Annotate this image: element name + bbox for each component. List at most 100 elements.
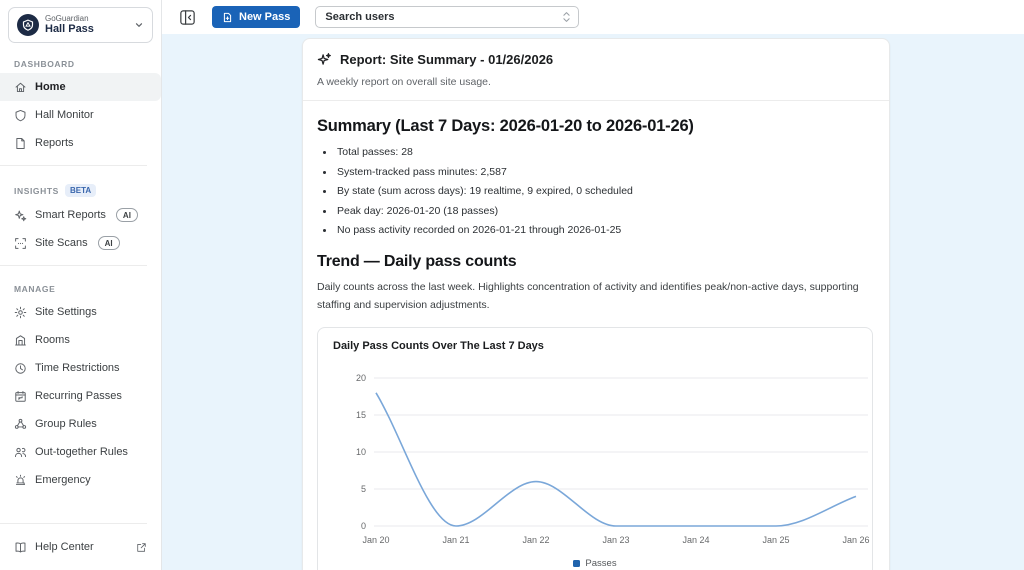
sidebar-item-site-scans[interactable]: Site Scans AI	[0, 229, 161, 257]
file-plus-icon	[222, 12, 233, 23]
svg-text:Jan 21: Jan 21	[442, 535, 469, 545]
sidebar-item-label: Home	[35, 81, 66, 93]
search-users-combobox[interactable]	[315, 6, 579, 28]
document-icon	[14, 137, 27, 150]
sidebar-item-label: Help Center	[35, 541, 94, 553]
chart-title: Daily Pass Counts Over The Last 7 Days	[318, 340, 872, 352]
sidebar-item-out-together-rules[interactable]: Out-together Rules	[0, 438, 161, 466]
app-window: GoGuardian Hall Pass DASHBOARD Home Hall…	[0, 0, 1024, 570]
ai-pill: AI	[98, 236, 120, 250]
chevron-down-icon	[134, 20, 144, 30]
trend-description: Daily counts across the last week. Highl…	[317, 279, 875, 315]
summary-bullet: Peak day: 2026-01-20 (18 passes)	[335, 205, 875, 217]
report-subtitle: A weekly report on overall site usage.	[317, 76, 875, 88]
sidebar-divider	[0, 265, 147, 266]
svg-text:Jan 22: Jan 22	[522, 535, 549, 545]
sidebar-item-emergency[interactable]: Emergency	[0, 466, 161, 494]
svg-text:Jan 24: Jan 24	[682, 535, 709, 545]
sidebar-item-label: Site Settings	[35, 306, 97, 318]
summary-heading: Summary (Last 7 Days: 2026-01-20 to 2026…	[317, 117, 875, 136]
sidebar: GoGuardian Hall Pass DASHBOARD Home Hall…	[0, 0, 162, 570]
sidebar-item-site-settings[interactable]: Site Settings	[0, 298, 161, 326]
siren-icon	[14, 474, 27, 487]
brand-product: Hall Pass	[45, 23, 134, 36]
report-card: Report: Site Summary - 01/26/2026 A week…	[302, 38, 890, 570]
summary-bullet: No pass activity recorded on 2026-01-21 …	[335, 224, 875, 236]
sidebar-item-label: Rooms	[35, 334, 70, 346]
search-input[interactable]	[315, 6, 579, 28]
sidebar-divider	[0, 165, 147, 166]
sidebar-item-label: Smart Reports	[35, 209, 106, 221]
sidebar-item-label: Time Restrictions	[35, 362, 120, 374]
summary-bullet: Total passes: 28	[335, 146, 875, 158]
section-label-manage: MANAGE	[14, 284, 55, 294]
sidebar-item-label: Recurring Passes	[35, 390, 122, 402]
daily-pass-chart-card: Daily Pass Counts Over The Last 7 Days 0…	[317, 327, 873, 570]
sidebar-item-label: Out-together Rules	[35, 446, 128, 458]
sidebar-item-hall-monitor[interactable]: Hall Monitor	[0, 101, 161, 129]
external-link-icon	[136, 542, 147, 553]
group-nodes-icon	[14, 418, 27, 431]
legend-label: Passes	[585, 558, 616, 569]
home-icon	[14, 81, 27, 94]
svg-text:Jan 26: Jan 26	[842, 535, 869, 545]
summary-bullet: By state (sum across days): 19 realtime,…	[335, 185, 875, 197]
chart-legend: Passes	[318, 558, 872, 569]
sidebar-item-group-rules[interactable]: Group Rules	[0, 410, 161, 438]
sidebar-item-time-restrictions[interactable]: Time Restrictions	[0, 354, 161, 382]
gear-icon	[14, 306, 27, 319]
svg-text:10: 10	[356, 447, 366, 457]
section-label-insights: INSIGHTS	[14, 186, 59, 196]
content-area: Report: Site Summary - 01/26/2026 A week…	[162, 34, 1024, 570]
svg-text:0: 0	[361, 521, 366, 531]
beta-badge: BETA	[65, 184, 96, 197]
sparkles-icon	[14, 209, 27, 222]
summary-bullet: System-tracked pass minutes: 2,587	[335, 166, 875, 178]
updown-chevrons-icon	[561, 10, 572, 24]
sidebar-item-label: Site Scans	[35, 237, 88, 249]
panel-collapse-icon	[178, 8, 197, 27]
sidebar-item-label: Reports	[35, 137, 74, 149]
new-pass-button[interactable]: New Pass	[212, 6, 300, 28]
report-title: Report: Site Summary - 01/26/2026	[340, 52, 553, 67]
brand-company: GoGuardian	[45, 14, 134, 23]
sidebar-item-help-center[interactable]: Help Center	[0, 532, 161, 562]
svg-text:5: 5	[361, 484, 366, 494]
section-label-dashboard: DASHBOARD	[14, 59, 75, 69]
shield-icon	[14, 109, 27, 122]
collapse-sidebar-button[interactable]	[178, 8, 197, 27]
line-chart: 0 5 10 15 20 Jan 20 Jan 21 Jan 22 Jan 23 Jan 24 Ja…	[318, 358, 878, 556]
calendar-repeat-icon	[14, 390, 27, 403]
new-pass-label: New Pass	[239, 11, 290, 23]
ai-sparkle-icon	[317, 52, 332, 67]
sidebar-item-smart-reports[interactable]: Smart Reports AI	[0, 201, 161, 229]
report-header: Report: Site Summary - 01/26/2026 A week…	[303, 39, 889, 101]
svg-text:Jan 20: Jan 20	[362, 535, 389, 545]
sidebar-item-rooms[interactable]: Rooms	[0, 326, 161, 354]
sidebar-item-recurring-passes[interactable]: Recurring Passes	[0, 382, 161, 410]
svg-text:20: 20	[356, 373, 366, 383]
sidebar-item-reports[interactable]: Reports	[0, 129, 161, 157]
svg-text:15: 15	[356, 410, 366, 420]
sidebar-item-label: Group Rules	[35, 418, 97, 430]
ai-pill: AI	[116, 208, 138, 222]
scan-icon	[14, 237, 27, 250]
sidebar-item-home[interactable]: Home	[0, 73, 161, 101]
main-area: New Pass Report: Site Summary - 01/26/20…	[162, 0, 1024, 570]
svg-text:Jan 23: Jan 23	[602, 535, 629, 545]
summary-bullet-list: Total passes: 28 System-tracked pass min…	[323, 146, 875, 236]
legend-swatch	[573, 560, 580, 567]
svg-text:Jan 25: Jan 25	[762, 535, 789, 545]
sidebar-item-label: Emergency	[35, 474, 91, 486]
building-icon	[14, 334, 27, 347]
goguardian-logo-icon	[17, 14, 39, 36]
report-body: Summary (Last 7 Days: 2026-01-20 to 2026…	[303, 101, 889, 570]
trend-heading: Trend — Daily pass counts	[317, 253, 875, 271]
clock-icon	[14, 362, 27, 375]
people-icon	[14, 446, 27, 459]
sidebar-item-label: Hall Monitor	[35, 109, 94, 121]
topbar: New Pass	[162, 0, 1024, 34]
book-icon	[14, 541, 27, 554]
sidebar-divider	[0, 523, 147, 524]
site-switcher[interactable]: GoGuardian Hall Pass	[8, 7, 153, 43]
